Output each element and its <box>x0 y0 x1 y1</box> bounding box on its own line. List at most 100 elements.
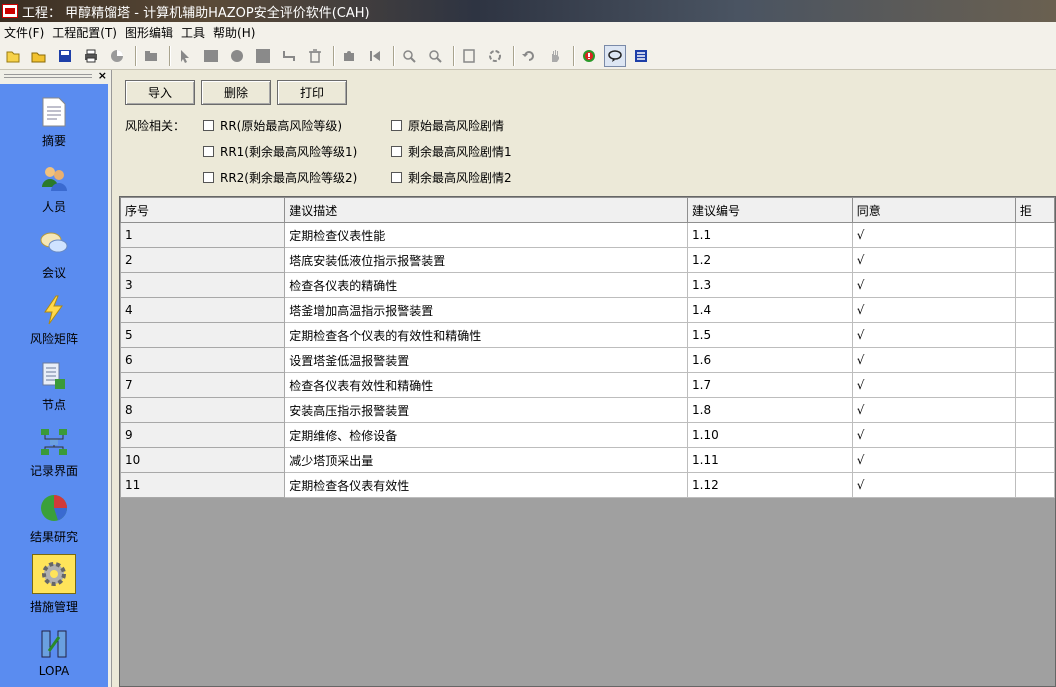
sidebar-item-record[interactable]: 记录界面 <box>0 422 108 488</box>
cell-description[interactable]: 塔底安装低液位指示报警装置 <box>284 247 689 273</box>
sidebar-item-personnel[interactable]: 人员 <box>0 158 108 224</box>
fit-page-icon[interactable] <box>458 45 480 67</box>
alert-icon[interactable] <box>578 45 600 67</box>
table-row[interactable]: 8 安装高压指示报警装置 1.8 √ <box>120 397 1055 423</box>
checkbox-box[interactable] <box>391 120 402 131</box>
cell-reject[interactable] <box>1014 447 1055 473</box>
cell-reject[interactable] <box>1014 372 1055 398</box>
zoom-in-icon[interactable] <box>398 45 420 67</box>
cell-index[interactable]: 7 <box>120 372 286 398</box>
cell-agree[interactable]: √ <box>851 372 1016 398</box>
cell-agree[interactable]: √ <box>851 447 1016 473</box>
cell-reject[interactable] <box>1014 322 1055 348</box>
original-scenario-checkbox[interactable]: 原始最高风险剧情 <box>391 117 504 134</box>
checkbox-box[interactable] <box>391 172 402 183</box>
sidebar-grip[interactable] <box>4 74 92 78</box>
refresh-icon[interactable] <box>484 45 506 67</box>
cell-agree[interactable]: √ <box>851 472 1016 498</box>
cell-agree[interactable]: √ <box>851 272 1016 298</box>
menu-graphic-edit[interactable]: 图形编辑 <box>123 24 179 41</box>
residual-scenario-1-checkbox[interactable]: 剩余最高风险剧情1 <box>391 143 512 160</box>
cell-reject[interactable] <box>1014 347 1055 373</box>
cell-description[interactable]: 设置塔釜低温报警装置 <box>284 347 689 373</box>
cell-number[interactable]: 1.11 <box>687 447 853 473</box>
zoom-out-icon[interactable] <box>424 45 446 67</box>
table-row[interactable]: 2 塔底安装低液位指示报警装置 1.2 √ <box>120 247 1055 273</box>
column-header-reject[interactable]: 拒 <box>1014 197 1055 223</box>
cell-reject[interactable] <box>1014 297 1055 323</box>
cell-reject[interactable] <box>1014 222 1055 248</box>
sidebar-item-meeting[interactable]: 会议 <box>0 224 108 290</box>
column-header-index[interactable]: 序号 <box>120 197 286 223</box>
delete-button[interactable]: 删除 <box>201 80 271 105</box>
cell-number[interactable]: 1.3 <box>687 272 853 298</box>
cell-number[interactable]: 1.6 <box>687 347 853 373</box>
square-icon[interactable] <box>252 45 274 67</box>
new-icon[interactable] <box>2 45 24 67</box>
sidebar-item-measures[interactable]: 措施管理 <box>0 554 108 620</box>
delete-icon[interactable] <box>304 45 326 67</box>
close-icon[interactable]: × <box>98 69 107 82</box>
menu-tools[interactable]: 工具 <box>179 24 211 41</box>
first-icon[interactable] <box>364 45 386 67</box>
cell-description[interactable]: 塔釜增加高温指示报警装置 <box>284 297 689 323</box>
cell-index[interactable]: 6 <box>120 347 286 373</box>
cell-description[interactable]: 检查各仪表有效性和精确性 <box>284 372 689 398</box>
comment-icon[interactable] <box>604 44 626 67</box>
cell-agree[interactable]: √ <box>851 297 1016 323</box>
open-icon[interactable] <box>28 45 50 67</box>
column-header-number[interactable]: 建议编号 <box>687 197 853 223</box>
cell-index[interactable]: 10 <box>120 447 286 473</box>
cell-index[interactable]: 8 <box>120 397 286 423</box>
cell-number[interactable]: 1.1 <box>687 222 853 248</box>
sidebar-item-summary[interactable]: 摘要 <box>0 92 108 158</box>
cell-index[interactable]: 5 <box>120 322 286 348</box>
menu-file[interactable]: 文件(F) <box>2 24 50 41</box>
save-icon[interactable] <box>54 45 76 67</box>
checkbox-box[interactable] <box>391 146 402 157</box>
pie-icon[interactable] <box>106 45 128 67</box>
rr2-checkbox[interactable]: RR2(剩余最高风险等级2) <box>203 169 357 186</box>
cell-reject[interactable] <box>1014 247 1055 273</box>
menu-project-config[interactable]: 工程配置(T) <box>50 24 123 41</box>
cell-index[interactable]: 4 <box>120 297 286 323</box>
cell-description[interactable]: 减少塔顶采出量 <box>284 447 689 473</box>
cell-index[interactable]: 1 <box>120 222 286 248</box>
sidebar-item-results[interactable]: 结果研究 <box>0 488 108 554</box>
cell-description[interactable]: 定期维修、检修设备 <box>284 422 689 448</box>
table-row[interactable]: 6 设置塔釜低温报警装置 1.6 √ <box>120 347 1055 373</box>
cell-number[interactable]: 1.5 <box>687 322 853 348</box>
cell-agree[interactable]: √ <box>851 222 1016 248</box>
undo-icon[interactable] <box>518 45 540 67</box>
rr-checkbox[interactable]: RR(原始最高风险等级) <box>203 117 342 134</box>
table-row[interactable]: 7 检查各仪表有效性和精确性 1.7 √ <box>120 372 1055 398</box>
rect-icon[interactable] <box>200 45 222 67</box>
cell-number[interactable]: 1.7 <box>687 372 853 398</box>
cell-index[interactable]: 2 <box>120 247 286 273</box>
table-row[interactable]: 10 减少塔顶采出量 1.11 √ <box>120 447 1055 473</box>
rr1-checkbox[interactable]: RR1(剩余最高风险等级1) <box>203 143 357 160</box>
table-row[interactable]: 9 定期维修、检修设备 1.10 √ <box>120 422 1055 448</box>
sidebar-item-nodes[interactable]: 节点 <box>0 356 108 422</box>
hand-icon[interactable] <box>544 45 566 67</box>
cell-number[interactable]: 1.12 <box>687 472 853 498</box>
checkbox-box[interactable] <box>203 172 214 183</box>
checkbox-box[interactable] <box>203 146 214 157</box>
cell-index[interactable]: 3 <box>120 272 286 298</box>
cell-index[interactable]: 11 <box>120 472 286 498</box>
puzzle-icon[interactable] <box>338 45 360 67</box>
table-row[interactable]: 4 塔釜增加高温指示报警装置 1.4 √ <box>120 297 1055 323</box>
print-button[interactable]: 打印 <box>277 80 347 105</box>
column-header-agree[interactable]: 同意 <box>851 197 1016 223</box>
cell-description[interactable]: 定期检查各个仪表的有效性和精确性 <box>284 322 689 348</box>
cell-reject[interactable] <box>1014 472 1055 498</box>
table-row[interactable]: 5 定期检查各个仪表的有效性和精确性 1.5 √ <box>120 322 1055 348</box>
cell-number[interactable]: 1.8 <box>687 397 853 423</box>
cell-description[interactable]: 安装高压指示报警装置 <box>284 397 689 423</box>
menu-help[interactable]: 帮助(H) <box>211 24 261 41</box>
cell-description[interactable]: 定期检查各仪表有效性 <box>284 472 689 498</box>
cell-agree[interactable]: √ <box>851 247 1016 273</box>
cell-agree[interactable]: √ <box>851 397 1016 423</box>
table-row[interactable]: 1 定期检查仪表性能 1.1 √ <box>120 222 1055 248</box>
pointer-icon[interactable] <box>174 45 196 67</box>
